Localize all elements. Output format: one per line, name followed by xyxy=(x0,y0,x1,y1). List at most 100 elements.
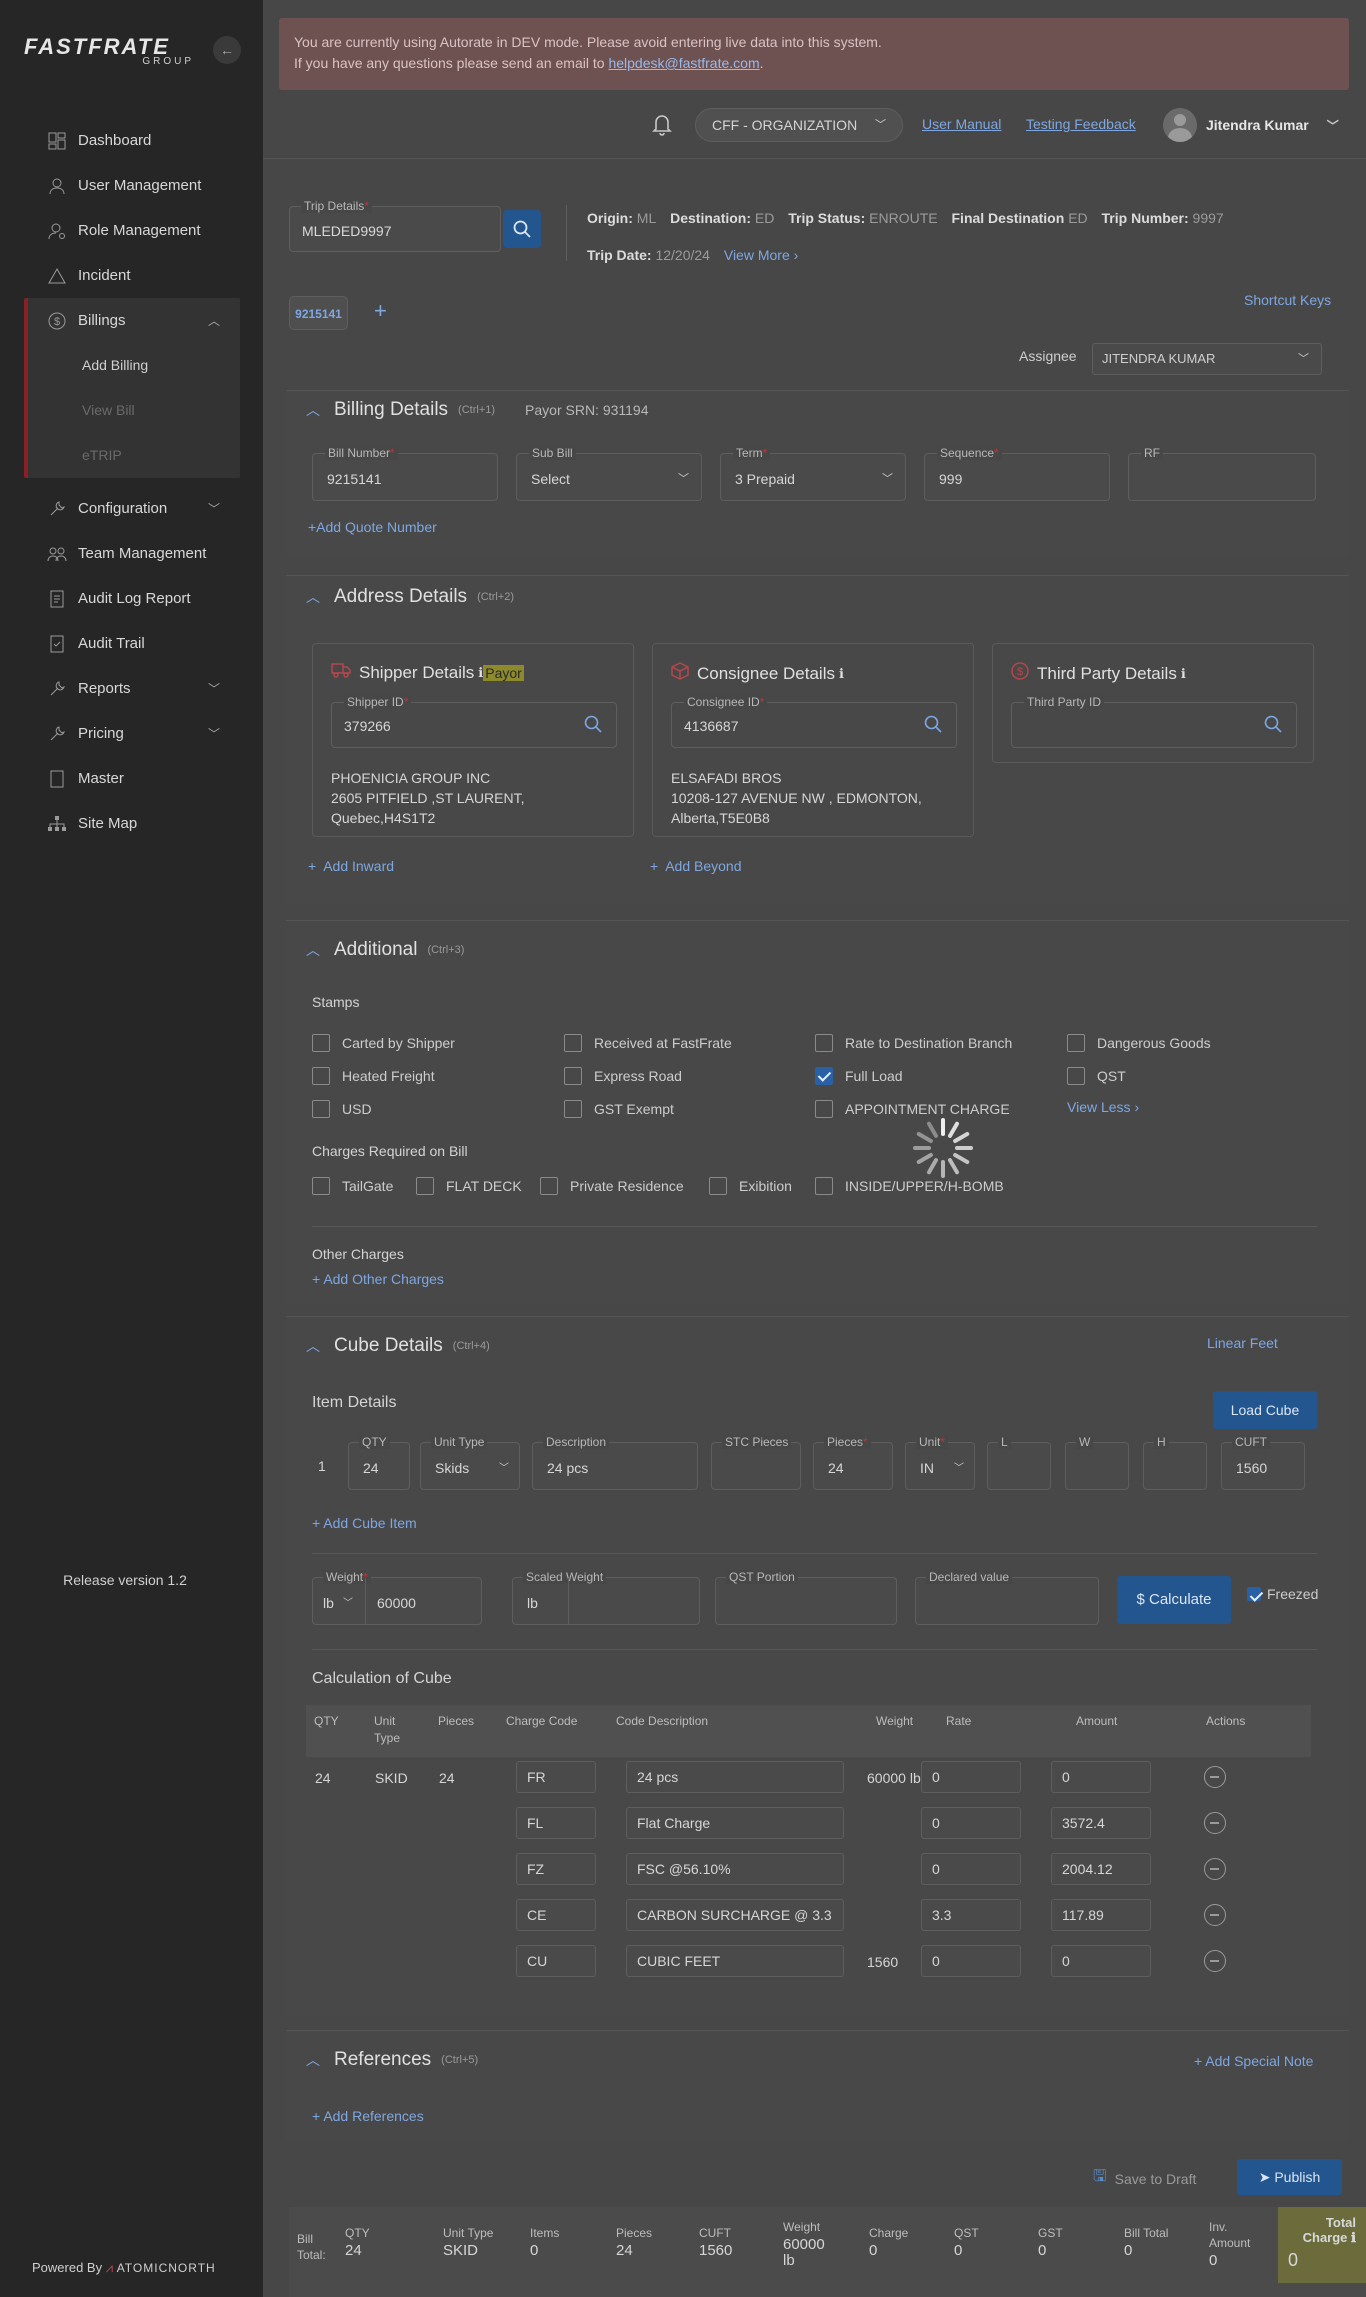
height-field[interactable]: H xyxy=(1143,1435,1207,1490)
sidebar-item-dashboard[interactable]: Dashboard xyxy=(24,118,240,163)
rf-field[interactable]: RF xyxy=(1128,446,1316,501)
view-less-link[interactable]: View Less › xyxy=(1067,1099,1139,1115)
code-description-field[interactable]: 24 pcs xyxy=(626,1761,844,1793)
amount-field[interactable]: 3572.4 xyxy=(1051,1807,1151,1839)
linear-feet-link[interactable]: Linear Feet xyxy=(1207,1335,1278,1351)
charge-code-field[interactable]: CE xyxy=(516,1899,596,1931)
stc-pieces-field[interactable]: STC Pieces xyxy=(711,1435,801,1490)
sidebar-item-incident[interactable]: Incident xyxy=(24,253,240,298)
charge-inside-upper-h-bomb[interactable]: INSIDE/UPPER/H-BOMB xyxy=(815,1177,1004,1195)
charge-code-field[interactable]: CU xyxy=(516,1945,596,1977)
freezed-checkbox[interactable]: Freezed xyxy=(1247,1586,1318,1602)
rate-field[interactable]: 3.3 xyxy=(921,1899,1021,1931)
amount-field[interactable]: 0 xyxy=(1051,1945,1151,1977)
charge-code-field[interactable]: FR xyxy=(516,1761,596,1793)
sidebar-item-site-map[interactable]: Site Map xyxy=(24,801,240,846)
stamp-carted-by-shipper[interactable]: Carted by Shipper xyxy=(312,1034,455,1052)
add-tab-button[interactable]: + xyxy=(374,298,387,324)
sidebar-item-billings[interactable]: $ Billings ︿ xyxy=(28,298,240,343)
code-description-field[interactable]: CARBON SURCHARGE @ 3.3 xyxy=(626,1899,844,1931)
sidebar-item-master[interactable]: Master xyxy=(24,756,240,801)
sidebar-item-audit-log-report[interactable]: Audit Log Report xyxy=(24,576,240,621)
checkbox[interactable] xyxy=(1067,1034,1085,1052)
stamp-received-at-fastfrate[interactable]: Received at FastFrate xyxy=(564,1034,732,1052)
charge-code-field[interactable]: FZ xyxy=(516,1853,596,1885)
remove-line-icon[interactable] xyxy=(1204,1812,1226,1834)
stamp-usd[interactable]: USD xyxy=(312,1100,372,1118)
third-party-id-field[interactable]: Third Party ID xyxy=(1011,695,1297,748)
billing-details-header[interactable]: ︿ Billing Details (Ctrl+1) Payor SRN: 93… xyxy=(306,399,649,421)
shipper-id-field[interactable]: Shipper ID* 379266 xyxy=(331,695,617,748)
trip-search-button[interactable] xyxy=(503,210,541,248)
stamp-express-road[interactable]: Express Road xyxy=(564,1067,682,1085)
checkbox[interactable] xyxy=(564,1067,582,1085)
term-select[interactable]: Term* 3 Prepaid ﹀ xyxy=(720,446,906,501)
sidebar-item-reports[interactable]: Reports ﹀ xyxy=(24,666,240,711)
publish-button[interactable]: ➤ Publish xyxy=(1237,2159,1342,2195)
checkbox[interactable] xyxy=(312,1034,330,1052)
checkbox-checked[interactable] xyxy=(815,1067,833,1085)
checkbox[interactable] xyxy=(564,1100,582,1118)
trip-details-input[interactable]: Trip Details* MLEDED9997 xyxy=(289,199,501,252)
checkbox[interactable] xyxy=(312,1177,330,1195)
sidebar-item-team-management[interactable]: Team Management xyxy=(24,531,240,576)
amount-field[interactable]: 0 xyxy=(1051,1761,1151,1793)
declared-value-field[interactable]: Declared value xyxy=(915,1570,1099,1625)
rate-field[interactable]: 0 xyxy=(921,1853,1021,1885)
pieces-field[interactable]: Pieces* 24 xyxy=(813,1435,893,1490)
checkbox[interactable] xyxy=(815,1100,833,1118)
checkbox[interactable] xyxy=(540,1177,558,1195)
amount-field[interactable]: 117.89 xyxy=(1051,1899,1151,1931)
checkbox[interactable] xyxy=(564,1034,582,1052)
add-special-note-link[interactable]: + Add Special Note xyxy=(1194,2053,1313,2069)
references-header[interactable]: ︿ References (Ctrl+5) xyxy=(306,2049,478,2071)
weight-field[interactable]: Weight* lb ﹀ 60000 xyxy=(312,1570,482,1625)
rate-field[interactable]: 0 xyxy=(921,1945,1021,1977)
checkbox[interactable] xyxy=(312,1100,330,1118)
code-description-field[interactable]: FSC @56.10% xyxy=(626,1853,844,1885)
description-field[interactable]: Description 24 pcs xyxy=(532,1435,698,1490)
checkbox[interactable] xyxy=(815,1177,833,1195)
view-more-link[interactable]: View More › xyxy=(724,247,798,263)
unit-select[interactable]: Unit* IN ﹀ xyxy=(905,1435,975,1490)
rate-field[interactable]: 0 xyxy=(921,1807,1021,1839)
add-beyond-link[interactable]: + Add Beyond xyxy=(650,858,742,874)
charge-private-residence[interactable]: Private Residence xyxy=(540,1177,684,1195)
user-menu[interactable]: Jitendra Kumar ﹀ xyxy=(1163,106,1339,144)
cube-details-header[interactable]: ︿ Cube Details (Ctrl+4) xyxy=(306,1335,490,1357)
stamp-dangerous-goods[interactable]: Dangerous Goods xyxy=(1067,1034,1211,1052)
shortcut-keys-link[interactable]: Shortcut Keys xyxy=(1244,292,1331,308)
sidebar-item-role-management[interactable]: Role Management xyxy=(24,208,240,253)
sidebar-item-user-management[interactable]: User Management xyxy=(24,163,240,208)
remove-line-icon[interactable] xyxy=(1204,1766,1226,1788)
qst-portion-field[interactable]: QST Portion xyxy=(715,1570,897,1625)
load-cube-button[interactable]: Load Cube xyxy=(1213,1391,1317,1429)
testing-feedback-link[interactable]: Testing Feedback xyxy=(1026,116,1136,132)
search-icon[interactable] xyxy=(924,715,942,738)
sequence-field[interactable]: Sequence* 999 xyxy=(924,446,1110,501)
cuft-field[interactable]: CUFT 1560 xyxy=(1221,1435,1305,1490)
sub-bill-select[interactable]: Sub Bill Select ﹀ xyxy=(516,446,702,501)
search-icon[interactable] xyxy=(584,715,602,738)
charge-code-field[interactable]: FL xyxy=(516,1807,596,1839)
charge-tailgate[interactable]: TailGate xyxy=(312,1177,393,1195)
sidebar-subitem-etrip[interactable]: eTRIP xyxy=(28,433,240,478)
helpdesk-email-link[interactable]: helpdesk@fastfrate.com xyxy=(608,55,759,71)
sidebar-item-pricing[interactable]: Pricing ﹀ xyxy=(24,711,240,756)
stamp-qst[interactable]: QST xyxy=(1067,1067,1126,1085)
sidebar-item-audit-trail[interactable]: Audit Trail xyxy=(24,621,240,666)
collapse-sidebar-button[interactable]: ← xyxy=(213,36,241,64)
remove-line-icon[interactable] xyxy=(1204,1950,1226,1972)
remove-line-icon[interactable] xyxy=(1204,1904,1226,1926)
stamp-gst-exempt[interactable]: GST Exempt xyxy=(564,1100,674,1118)
qty-field[interactable]: QTY 24 xyxy=(348,1435,410,1490)
sidebar-subitem-add-billing[interactable]: Add Billing xyxy=(28,343,240,388)
add-other-charges-link[interactable]: + Add Other Charges xyxy=(312,1271,444,1287)
search-icon[interactable] xyxy=(1264,715,1282,738)
add-quote-number-link[interactable]: +Add Quote Number xyxy=(308,519,437,535)
address-details-header[interactable]: ︿ Address Details (Ctrl+2) xyxy=(306,586,514,608)
user-manual-link[interactable]: User Manual xyxy=(922,116,1001,132)
scaled-weight-field[interactable]: Scaled Weight lb xyxy=(512,1570,700,1625)
assignee-select[interactable]: JITENDRA KUMAR ﹀ xyxy=(1092,343,1322,375)
checkbox-checked[interactable] xyxy=(1247,1587,1261,1601)
